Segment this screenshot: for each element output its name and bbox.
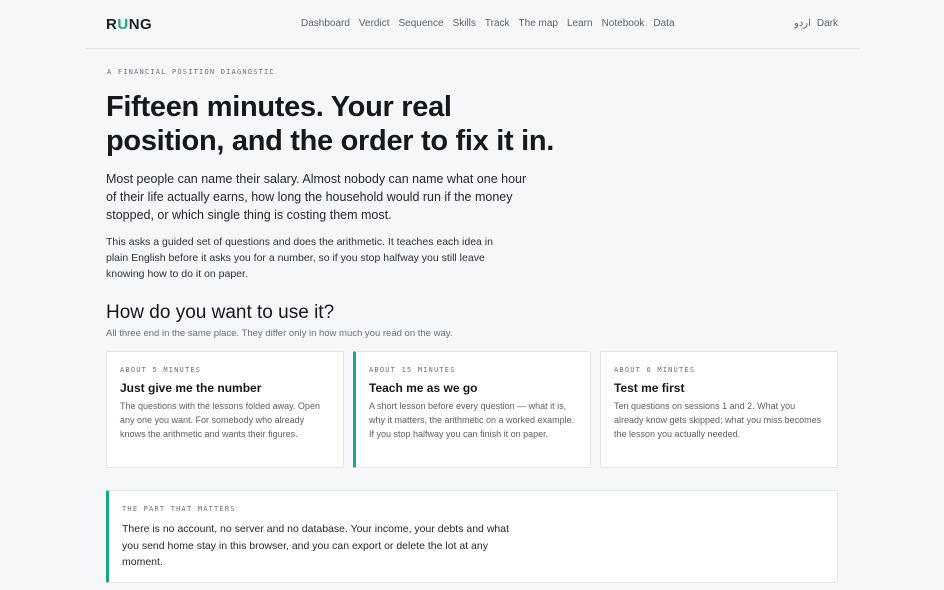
logo[interactable]: RUNG [106, 16, 152, 33]
nav-verdict[interactable]: Verdict [359, 18, 390, 29]
card-eyebrow: ABOUT 6 MINUTES [614, 366, 696, 374]
theme-toggle[interactable]: Dark [817, 18, 838, 29]
logo-part: NG [128, 16, 153, 33]
hero-title: Fifteen minutes. Your real position, and… [106, 91, 555, 157]
privacy-notice: THE PART THAT MATTERS There is no accoun… [106, 490, 838, 583]
mode-card-teach[interactable]: ABOUT 15 MINUTES Teach me as we go A sho… [353, 351, 591, 468]
card-title: Test me first [614, 381, 685, 395]
nav-track[interactable]: Track [485, 18, 510, 29]
card-eyebrow: ABOUT 15 MINUTES [369, 366, 456, 374]
nav-the-map[interactable]: The map [519, 18, 558, 29]
nav-data[interactable]: Data [653, 18, 674, 29]
nav-skills[interactable]: Skills [453, 18, 476, 29]
card-title: Just give me the number [120, 381, 262, 395]
nav-notebook[interactable]: Notebook [602, 18, 645, 29]
hero-lead: Most people can name their salary. Almos… [106, 172, 527, 222]
header-controls: اردو Dark [794, 18, 838, 29]
modes-title: How do you want to use it? [106, 302, 335, 323]
notice-eyebrow: THE PART THAT MATTERS [122, 505, 236, 513]
card-eyebrow: ABOUT 5 MINUTES [120, 366, 202, 374]
nav-sequence[interactable]: Sequence [399, 18, 444, 29]
language-toggle[interactable]: اردو [794, 18, 811, 29]
mode-card-quick[interactable]: ABOUT 5 MINUTES Just give me the number … [106, 351, 344, 468]
nav-learn[interactable]: Learn [567, 18, 593, 29]
hero-eyebrow: A FINANCIAL POSITION DIAGNOSTIC [107, 68, 275, 76]
modes-subtitle: All three end in the same place. They di… [106, 328, 453, 339]
main-nav: Dashboard Verdict Sequence Skills Track … [301, 18, 675, 29]
mode-card-test[interactable]: ABOUT 6 MINUTES Test me first Ten questi… [600, 351, 838, 468]
nav-dashboard[interactable]: Dashboard [301, 18, 350, 29]
logo-part: R [106, 16, 118, 33]
hero-body: This asks a guided set of questions and … [106, 236, 493, 280]
card-title: Teach me as we go [369, 381, 478, 395]
logo-accent: U [117, 16, 129, 33]
card-text: Ten questions on sessions 1 and 2. What … [614, 401, 822, 439]
card-text: A short lesson before every question — w… [369, 401, 575, 439]
card-text: The questions with the lessons folded aw… [120, 401, 320, 439]
notice-text: There is no account, no server and no da… [122, 523, 509, 568]
site-header: RUNG Dashboard Verdict Sequence Skills T… [86, 0, 860, 49]
